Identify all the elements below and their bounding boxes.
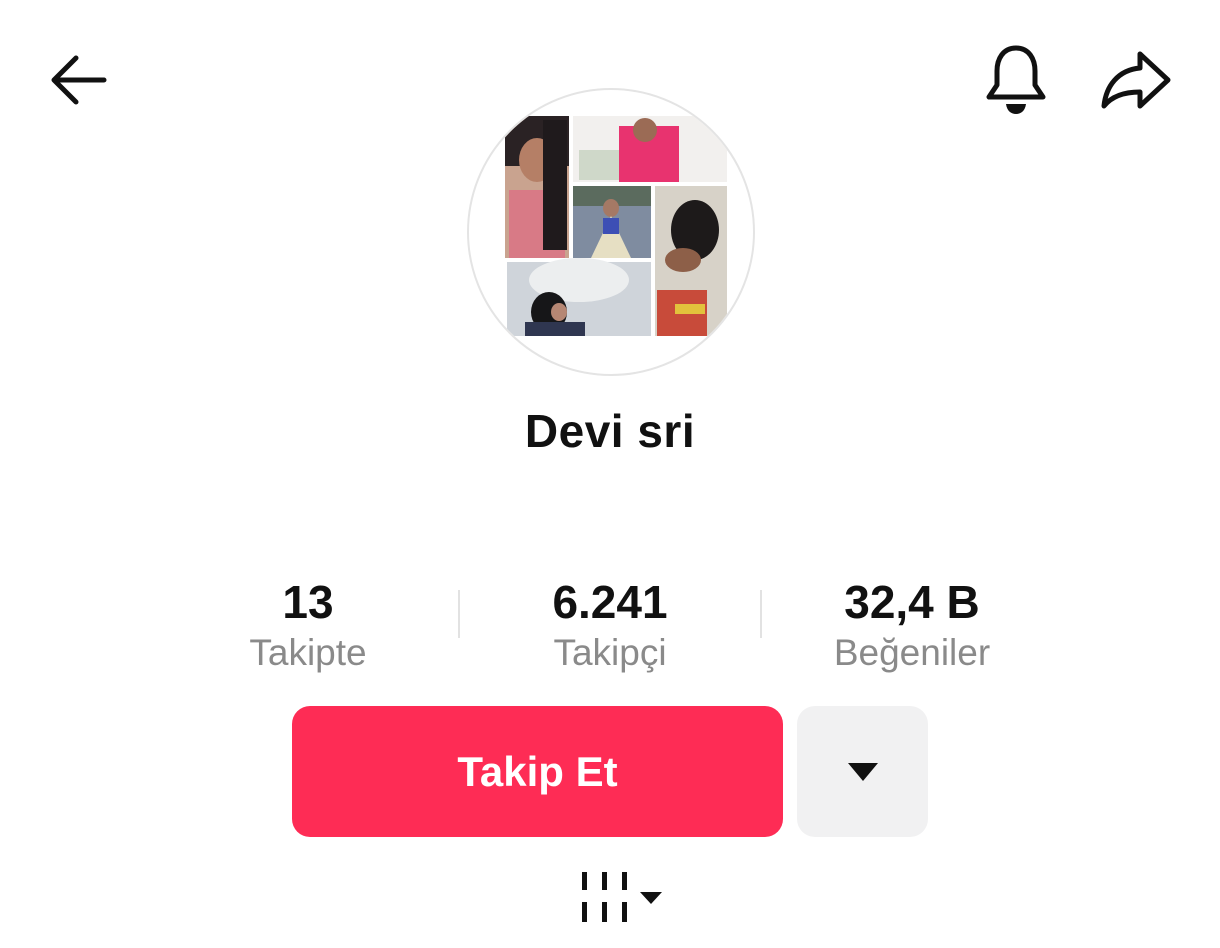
stat-followers[interactable]: 6.241 Takipçi xyxy=(460,574,760,676)
stat-following[interactable]: 13 Takipte xyxy=(158,574,458,676)
share-button[interactable] xyxy=(1096,40,1176,120)
notification-button[interactable] xyxy=(976,40,1056,120)
follow-button[interactable]: Takip Et xyxy=(292,706,783,837)
stat-following-label: Takipte xyxy=(249,632,367,673)
share-arrow-icon xyxy=(1101,51,1171,109)
stat-following-value: 13 xyxy=(282,576,334,628)
profile-username: Devi sri xyxy=(524,405,696,457)
view-toggle[interactable] xyxy=(576,866,672,930)
stat-likes-label: Beğeniler xyxy=(833,632,991,673)
more-options-button[interactable] xyxy=(797,706,928,837)
grid-bars-dropdown-icon xyxy=(582,872,662,922)
stat-likes[interactable]: 32,4 B Beğeniler xyxy=(762,574,1062,676)
stat-likes-value: 32,4 B xyxy=(844,576,980,628)
profile-photo-collage xyxy=(505,116,727,336)
stat-followers-label: Takipçi xyxy=(553,632,667,673)
triangle-down-icon xyxy=(847,762,878,781)
stat-followers-value: 6.241 xyxy=(552,576,668,628)
back-button[interactable] xyxy=(38,40,118,120)
bell-icon xyxy=(986,45,1046,114)
arrow-left-icon xyxy=(51,55,107,105)
profile-avatar[interactable] xyxy=(467,88,755,376)
